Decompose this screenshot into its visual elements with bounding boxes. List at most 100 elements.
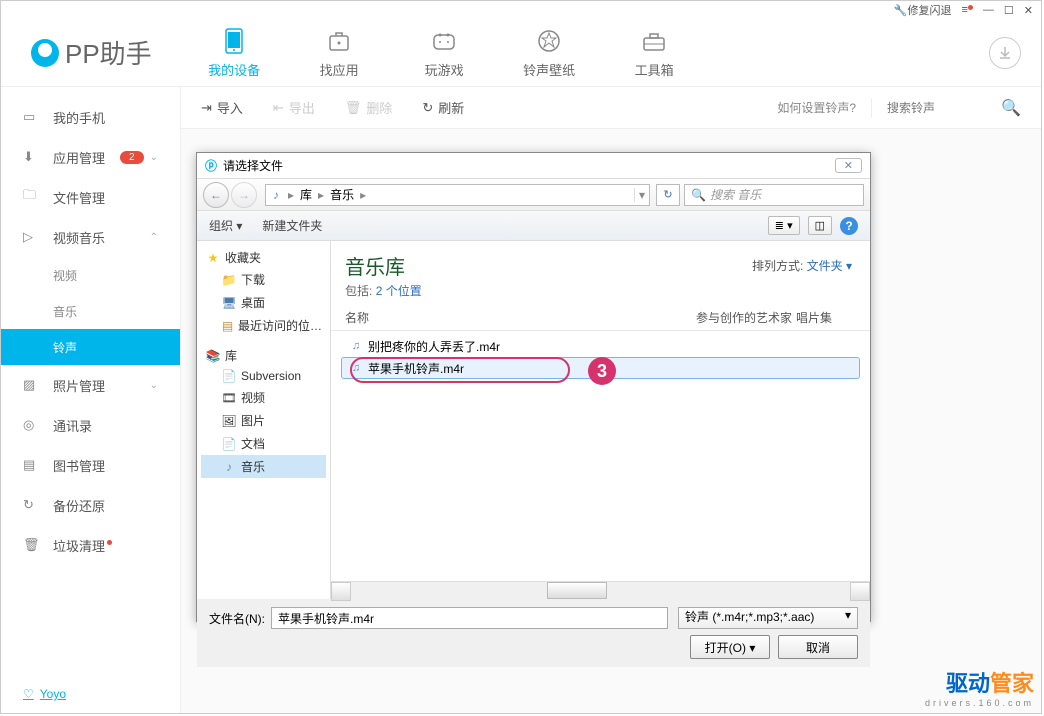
breadcrumb-music[interactable]: 音乐 <box>326 186 358 203</box>
tree-video[interactable]: 🎞视频 <box>201 386 326 409</box>
sidebar-cleanup[interactable]: 🗑垃圾清理 <box>1 525 180 565</box>
horizontal-scrollbar[interactable] <box>331 581 870 599</box>
dialog-search[interactable]: 🔍 搜索 音乐 <box>684 184 864 206</box>
play-icon: ▷ <box>23 229 41 245</box>
nav-tools[interactable]: 工具箱 <box>602 26 707 79</box>
trash-icon: 🗑 <box>345 100 362 116</box>
sidebar-files[interactable]: 🗀文件管理 <box>1 177 180 217</box>
nav-games[interactable]: 玩游戏 <box>392 26 497 79</box>
search-box[interactable]: 🔍 <box>871 98 1021 118</box>
dialog-titlebar: ⓟ 请选择文件 ✕ <box>197 153 870 179</box>
sidebar-backup[interactable]: ↻备份还原 <box>1 485 180 525</box>
filetype-select[interactable]: 铃声 (*.m4r;*.mp3;*.aac) ▾ <box>678 607 858 629</box>
col-album[interactable]: 唱片集 <box>796 309 856 326</box>
top-nav: PP助手 我的设备 找应用 玩游戏 铃声壁纸 工具箱 <box>1 19 1041 87</box>
chevron-down-icon: ⌄ <box>150 380 158 391</box>
maximize-button[interactable]: ☐ <box>1004 4 1014 17</box>
dialog-toolbar: 组织 ▾ 新建文件夹 ≣ ▾ ◫ ? <box>197 211 870 241</box>
contact-icon: ◎ <box>23 417 41 433</box>
dialog-title: 请选择文件 <box>223 157 283 174</box>
sidebar-apps[interactable]: ⬇应用管理2⌄ <box>1 137 180 177</box>
col-name[interactable]: 名称 <box>345 309 696 326</box>
chevron-up-icon: ⌃ <box>150 232 158 243</box>
sidebar-contacts[interactable]: ◎通讯录 <box>1 405 180 445</box>
tree-downloads[interactable]: 📁下载 <box>201 268 326 291</box>
import-icon: ⇥ <box>201 100 212 116</box>
nav-my-device[interactable]: 我的设备 <box>182 26 287 79</box>
audio-icon: ♫ <box>348 340 364 352</box>
app-logo: PP助手 <box>1 34 182 71</box>
breadcrumb-library[interactable]: 库 <box>296 186 316 203</box>
sidebar-books[interactable]: ▤图书管理 <box>1 445 180 485</box>
filename-input[interactable] <box>271 607 668 629</box>
back-button[interactable]: ← <box>203 182 229 208</box>
sidebar-sub-ringtone[interactable]: 铃声 <box>1 329 180 365</box>
delete-button[interactable]: 🗑删除 <box>345 98 393 117</box>
filename-label: 文件名(N): <box>209 610 265 627</box>
column-headers[interactable]: 名称 参与创作的艺术家 唱片集 <box>331 305 870 331</box>
desktop-icon: 🖥 <box>221 296 237 310</box>
preview-pane-button[interactable]: ◫ <box>808 216 832 235</box>
tree-recent[interactable]: ▤最近访问的位… <box>201 314 326 337</box>
refresh-icon: ↻ <box>422 100 433 116</box>
nav-apps[interactable]: 找应用 <box>287 26 392 79</box>
badge: 2 <box>120 151 144 164</box>
tree-pictures[interactable]: 🖼图片 <box>201 409 326 432</box>
library-icon: 📚 <box>205 349 221 363</box>
tree-music[interactable]: ♪音乐 <box>201 455 326 478</box>
logo-small-icon: ⓟ <box>205 157 217 174</box>
tree-subversion[interactable]: 📄Subversion <box>201 366 326 386</box>
doc-icon: 📄 <box>221 437 237 451</box>
sort-by[interactable]: 排列方式: 文件夹 ▾ <box>752 257 852 274</box>
sidebar-photos[interactable]: ▨照片管理⌄ <box>1 365 180 405</box>
sidebar-sub-video[interactable]: 视频 <box>1 257 180 293</box>
tree-favorites[interactable]: ★收藏夹 <box>201 247 326 268</box>
nav-refresh-button[interactable]: ↻ <box>656 184 680 206</box>
breadcrumb-dropdown[interactable]: ▾ <box>634 188 649 202</box>
close-button[interactable]: ✕ <box>1024 4 1033 17</box>
new-folder-button[interactable]: 新建文件夹 <box>262 217 322 234</box>
sidebar: ▭我的手机 ⬇应用管理2⌄ 🗀文件管理 ▷视频音乐⌃ 视频 音乐 铃声 ▨照片管… <box>1 87 181 713</box>
tree-documents[interactable]: 📄文档 <box>201 432 326 455</box>
forward-button[interactable]: → <box>231 182 257 208</box>
cancel-button[interactable]: 取消 <box>778 635 858 659</box>
notification-dot <box>107 540 112 545</box>
dialog-footer: 文件名(N): 铃声 (*.m4r;*.mp3;*.aac) ▾ 打开(O) ▾… <box>197 599 870 667</box>
sidebar-media[interactable]: ▷视频音乐⌃ <box>1 217 180 257</box>
doc-icon: 📄 <box>221 369 237 383</box>
help-link[interactable]: 如何设置铃声? <box>777 99 856 116</box>
recent-icon: ▤ <box>221 319 234 333</box>
book-icon: ▤ <box>23 457 41 473</box>
help-icon[interactable]: ? <box>840 217 858 235</box>
repair-link[interactable]: 🔧 修复闪退 <box>894 2 952 18</box>
file-row[interactable]: ♫别把疼你的人弄丢了.m4r <box>341 335 860 357</box>
dialog-close-button[interactable]: ✕ <box>835 158 862 173</box>
tree-desktop[interactable]: 🖥桌面 <box>201 291 326 314</box>
titlebar: 🔧 修复闪退 ≡ — ☐ ✕ <box>1 1 1041 19</box>
backup-icon: ↻ <box>23 497 41 513</box>
open-button[interactable]: 打开(O) ▾ <box>690 635 770 659</box>
download-button[interactable] <box>989 37 1021 69</box>
search-input[interactable] <box>887 101 997 115</box>
phone-icon: ▭ <box>23 109 41 125</box>
export-button[interactable]: ⇤导出 <box>273 98 315 117</box>
breadcrumb[interactable]: ♪ ▸ 库 ▸ 音乐 ▸ ▾ <box>265 184 650 206</box>
organize-button[interactable]: 组织 ▾ <box>209 217 242 234</box>
folder-tree: ★收藏夹 📁下载 🖥桌面 ▤最近访问的位… 📚库 📄Subversion 🎞视频… <box>197 241 331 599</box>
tree-library[interactable]: 📚库 <box>201 345 326 366</box>
minimize-button[interactable]: — <box>983 4 994 16</box>
watermark: 驱动管家 drivers.160.com <box>925 666 1034 708</box>
nav-ringtones[interactable]: 铃声壁纸 <box>497 26 602 79</box>
trash-icon: 🗑 <box>23 537 41 553</box>
chevron-down-icon: ⌄ <box>150 152 158 163</box>
sidebar-sub-music[interactable]: 音乐 <box>1 293 180 329</box>
search-icon: 🔍 <box>691 188 706 202</box>
refresh-button[interactable]: ↻刷新 <box>422 98 464 117</box>
menu-button[interactable]: ≡ <box>961 4 972 16</box>
view-mode-button[interactable]: ≣ ▾ <box>768 216 800 235</box>
col-artist[interactable]: 参与创作的艺术家 <box>696 309 796 326</box>
sidebar-my-phone[interactable]: ▭我的手机 <box>1 97 180 137</box>
yoyo-link[interactable]: Yoyo <box>23 687 66 701</box>
search-icon[interactable]: 🔍 <box>1001 98 1021 118</box>
import-button[interactable]: ⇥导入 <box>201 98 243 117</box>
